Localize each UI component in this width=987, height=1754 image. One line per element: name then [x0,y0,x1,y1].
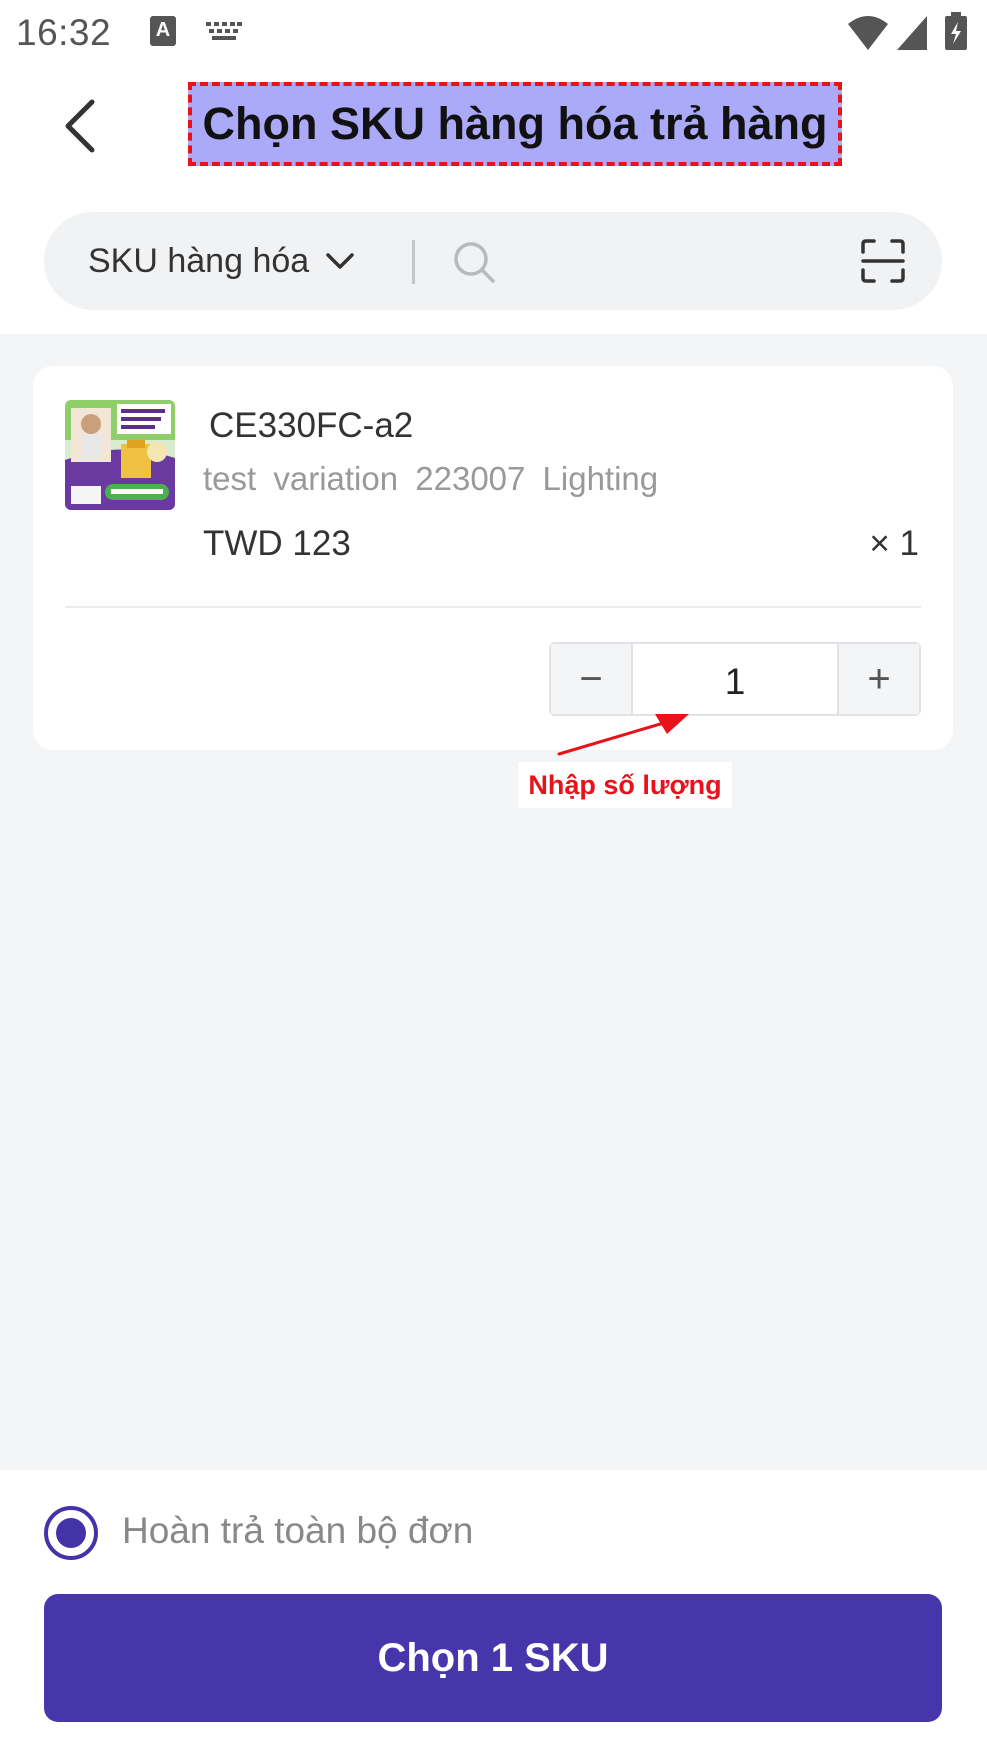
search-input[interactable] [510,236,840,286]
signal-icon [896,16,927,50]
divider [65,606,921,608]
return-all-radio[interactable] [44,1506,98,1560]
status-time: 16:32 [16,12,112,53]
scan-icon[interactable] [860,238,906,284]
keyboard-icon [206,22,242,40]
sku-code: CE330FC-a2 [209,406,414,445]
annotation-arrow-icon [557,714,689,756]
back-button[interactable] [50,96,110,156]
search-divider [412,240,415,284]
quantity-multiplier: × 1 [869,524,919,563]
search-section: SKU hàng hóa [0,210,987,334]
price: TWD 123 [203,524,351,563]
variation-text: test variation 223007 Lighting [203,460,659,497]
status-icons [846,12,969,52]
annotation-label: Nhập số lượng [518,762,732,808]
chevron-down-icon [325,251,355,271]
product-card: CE330FC-a2 test variation 223007 Lightin… [33,366,953,750]
radio-selected-dot [56,1518,86,1548]
header: Chọn SKU hàng hóa trả hàng [0,66,987,210]
product-thumbnail [65,400,175,510]
increment-button[interactable]: + [839,644,919,714]
bottom-bar: Hoàn trả toàn bộ đơn Chọn 1 SKU [0,1470,987,1754]
search-type-label: SKU hàng hóa [88,241,310,280]
battery-icon [945,12,967,50]
quantity-input[interactable]: 1 [631,644,839,714]
chevron-left-icon [65,99,95,153]
search-bar: SKU hàng hóa [44,212,942,310]
quantity-stepper: − 1 + [549,642,921,716]
select-sku-button[interactable]: Chọn 1 SKU [44,1594,942,1722]
return-all-label[interactable]: Hoàn trả toàn bộ đơn [122,1510,473,1552]
keyboard-a-icon: A [150,16,176,46]
search-type-dropdown[interactable]: SKU hàng hóa [88,212,355,310]
wifi-icon [848,16,889,50]
status-bar: 16:32 A [0,0,987,66]
page-title: Chọn SKU hàng hóa trả hàng [188,82,842,166]
search-icon[interactable] [452,240,496,284]
screen: 16:32 A Chọn SKU hàng hóa trả hàng SKU h… [0,0,987,1754]
decrement-button[interactable]: − [551,644,631,714]
